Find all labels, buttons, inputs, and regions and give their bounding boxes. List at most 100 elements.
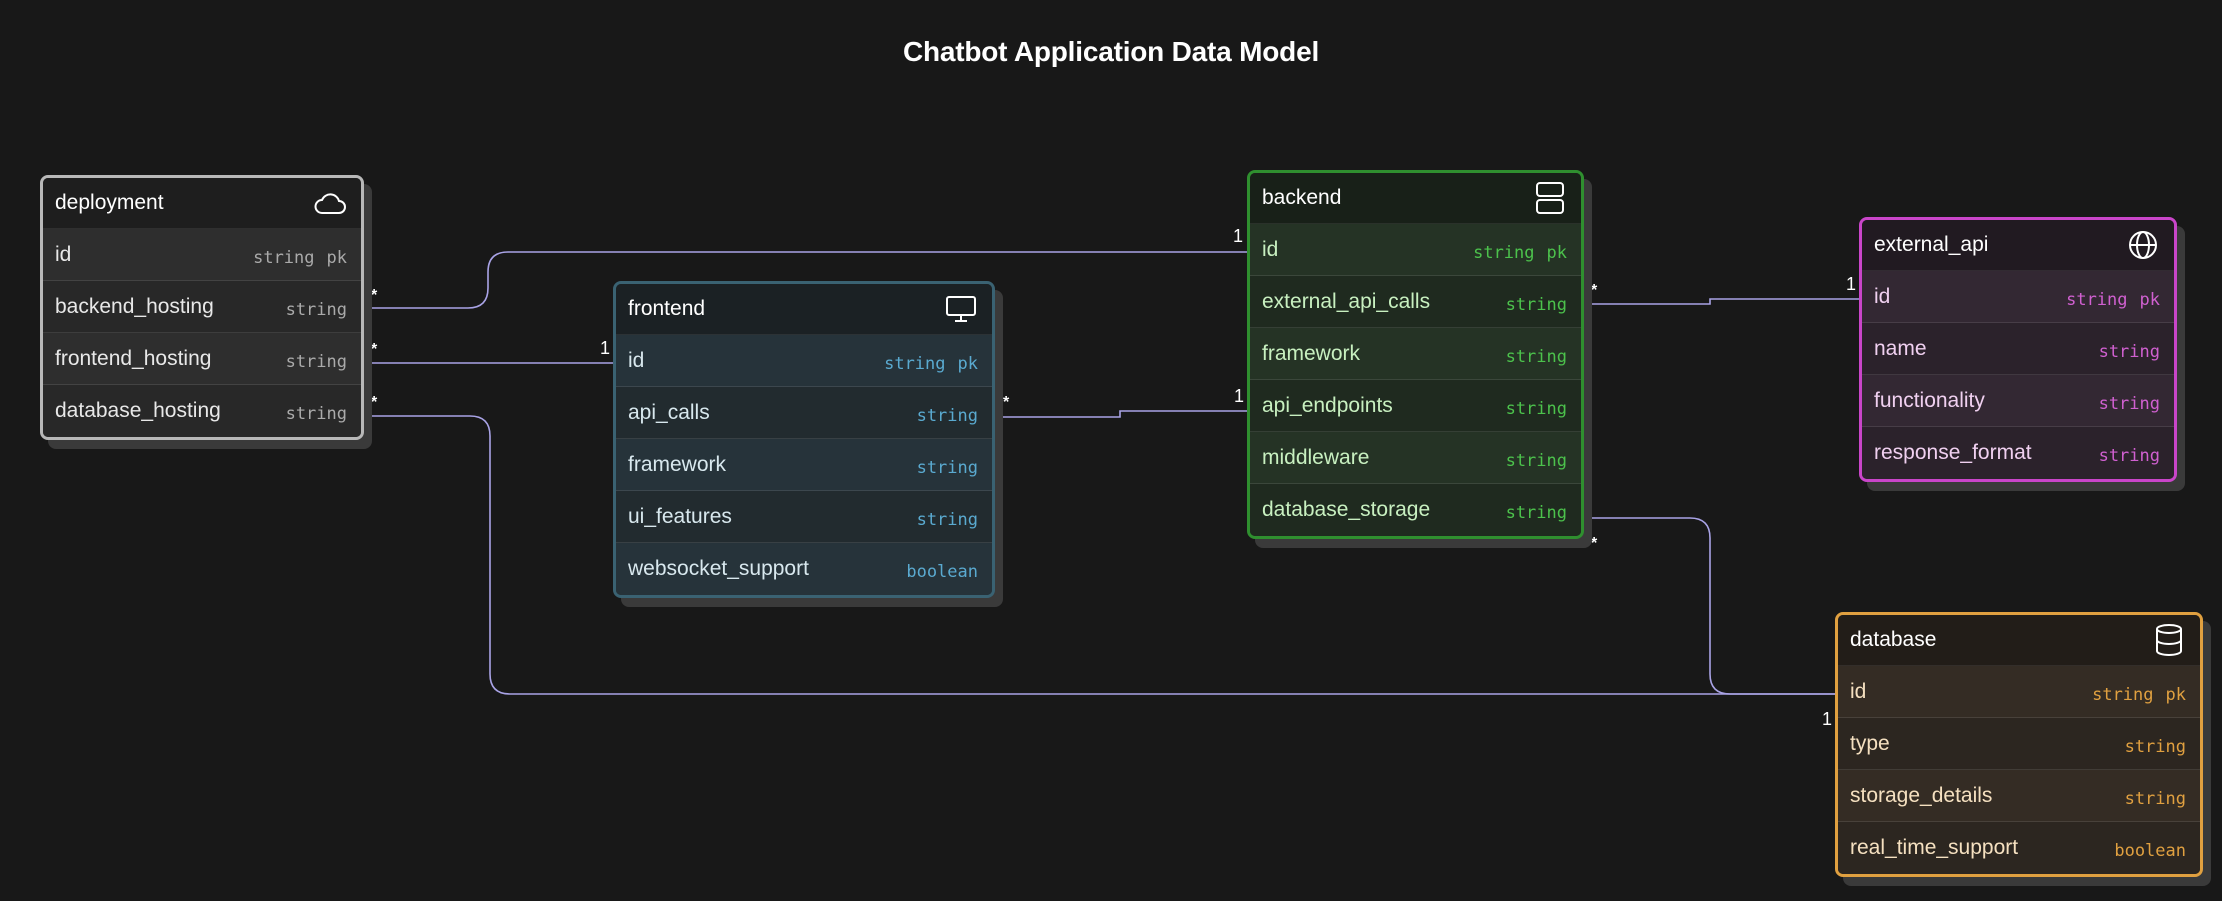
field-row: backend_hosting string [43, 281, 361, 333]
entity-name: frontend [628, 297, 706, 320]
field-name: middleware [1262, 445, 1370, 469]
cardinality-many: * [1591, 535, 1598, 552]
field-type: string [285, 351, 347, 372]
cardinality-many: * [1003, 394, 1010, 411]
field-row: database_storage string [1250, 484, 1581, 536]
field-row: storage_details string [1838, 770, 2200, 822]
pk-badge: pk [326, 247, 347, 268]
entity-name: deployment [55, 191, 164, 214]
field-row: framework string [616, 439, 992, 491]
entity-external-api[interactable]: external_api id string pk name string fun… [1859, 217, 2177, 482]
field-type: string [2124, 736, 2186, 757]
cardinality-many: * [371, 394, 378, 411]
field-row: api_calls string [616, 387, 992, 439]
entity-name: backend [1262, 186, 1342, 209]
field-type: string pk [2066, 284, 2160, 310]
field-type: string [2098, 341, 2160, 362]
field-type: string pk [1473, 237, 1567, 263]
field-type-value: string [2066, 289, 2128, 310]
field-row: id string pk [616, 335, 992, 387]
cloud-icon [313, 186, 347, 220]
field-type: string pk [253, 242, 347, 268]
entity-header: deployment [43, 178, 361, 229]
entity-header: backend [1250, 173, 1581, 224]
field-type: string [285, 404, 347, 424]
field-type: boolean [906, 562, 978, 582]
field-name: real_time_support [1850, 836, 2019, 859]
edge-backend-external-api [1578, 298, 1862, 305]
field-row: type string [1838, 718, 2200, 770]
field-row: middleware string [1250, 432, 1581, 484]
field-row: api_endpoints string [1250, 380, 1581, 432]
field-name: external_api_calls [1262, 289, 1431, 313]
entity-header: external_api [1862, 220, 2174, 271]
field-row: id string pk [1862, 271, 2174, 323]
field-row: framework string [1250, 328, 1581, 380]
field-name: websocket_support [628, 557, 809, 580]
entity-backend[interactable]: backend id string pk external_api_calls s… [1247, 170, 1584, 539]
field-name: id [1850, 679, 1867, 703]
field-row: real_time_support boolean [1838, 822, 2200, 874]
edge-backend-database [1578, 517, 1838, 695]
field-type: string [2098, 393, 2160, 414]
field-type: string pk [2092, 679, 2186, 705]
field-type: string [2098, 446, 2160, 466]
field-type: string [2124, 788, 2186, 809]
entity-header: database [1838, 615, 2200, 666]
pk-badge: pk [1546, 242, 1567, 263]
field-row: id string pk [43, 229, 361, 281]
field-name: backend_hosting [55, 294, 214, 318]
field-name: id [628, 348, 645, 372]
diagram-title: Chatbot Application Data Model [902, 36, 1320, 67]
field-row: functionality string [1862, 375, 2174, 427]
pk-badge: pk [2165, 684, 2186, 705]
field-type: string [916, 457, 978, 478]
cardinality-one: 1 [1233, 226, 1244, 246]
field-row: frontend_hosting string [43, 333, 361, 385]
entity-header: frontend [616, 284, 992, 335]
entity-name: external_api [1874, 233, 1989, 256]
field-name: storage_details [1850, 783, 1993, 807]
field-name: framework [628, 452, 727, 476]
cardinality-one: 1 [1822, 709, 1833, 729]
cardinality-many: * [371, 341, 378, 358]
cardinality-many: * [371, 287, 378, 304]
field-name: database_storage [1262, 498, 1431, 521]
field-type: string [916, 405, 978, 426]
field-type: string [1505, 294, 1567, 315]
field-name: ui_features [628, 504, 732, 528]
cardinality-one: 1 [1846, 274, 1857, 294]
field-type-value: string [1473, 242, 1535, 263]
field-type: string [1505, 398, 1567, 419]
field-name: id [55, 242, 72, 266]
field-name: database_hosting [55, 399, 221, 422]
field-type: string [285, 299, 347, 320]
field-row: websocket_support boolean [616, 543, 992, 595]
edge-frontend-backend [992, 410, 1250, 418]
pk-badge: pk [2139, 289, 2160, 310]
field-type: string pk [884, 348, 978, 374]
edge-deployment-database [362, 415, 1838, 695]
cardinality-one: 1 [600, 338, 611, 358]
entity-frontend[interactable]: frontend id string pk api_calls string fr… [613, 281, 995, 598]
field-row: external_api_calls string [1250, 276, 1581, 328]
entity-deployment[interactable]: deployment id string pk backend_hosting s… [40, 175, 364, 440]
field-name: type [1850, 731, 1890, 755]
field-row: response_format string [1862, 427, 2174, 479]
entity-database[interactable]: database id string pk type string storage… [1835, 612, 2203, 877]
field-type-value: string [884, 353, 946, 374]
database-icon [2152, 623, 2186, 657]
field-name: name [1874, 336, 1927, 360]
pk-badge: pk [957, 353, 978, 374]
field-type: boolean [2114, 841, 2186, 861]
field-type: string [1505, 450, 1567, 471]
field-row: id string pk [1250, 224, 1581, 276]
field-name: id [1874, 284, 1891, 308]
field-row: ui_features string [616, 491, 992, 543]
field-row: id string pk [1838, 666, 2200, 718]
field-row: name string [1862, 323, 2174, 375]
field-name: api_endpoints [1262, 393, 1393, 417]
globe-icon [2126, 228, 2160, 262]
cardinality-many: * [1591, 282, 1598, 299]
field-name: api_calls [628, 400, 710, 424]
